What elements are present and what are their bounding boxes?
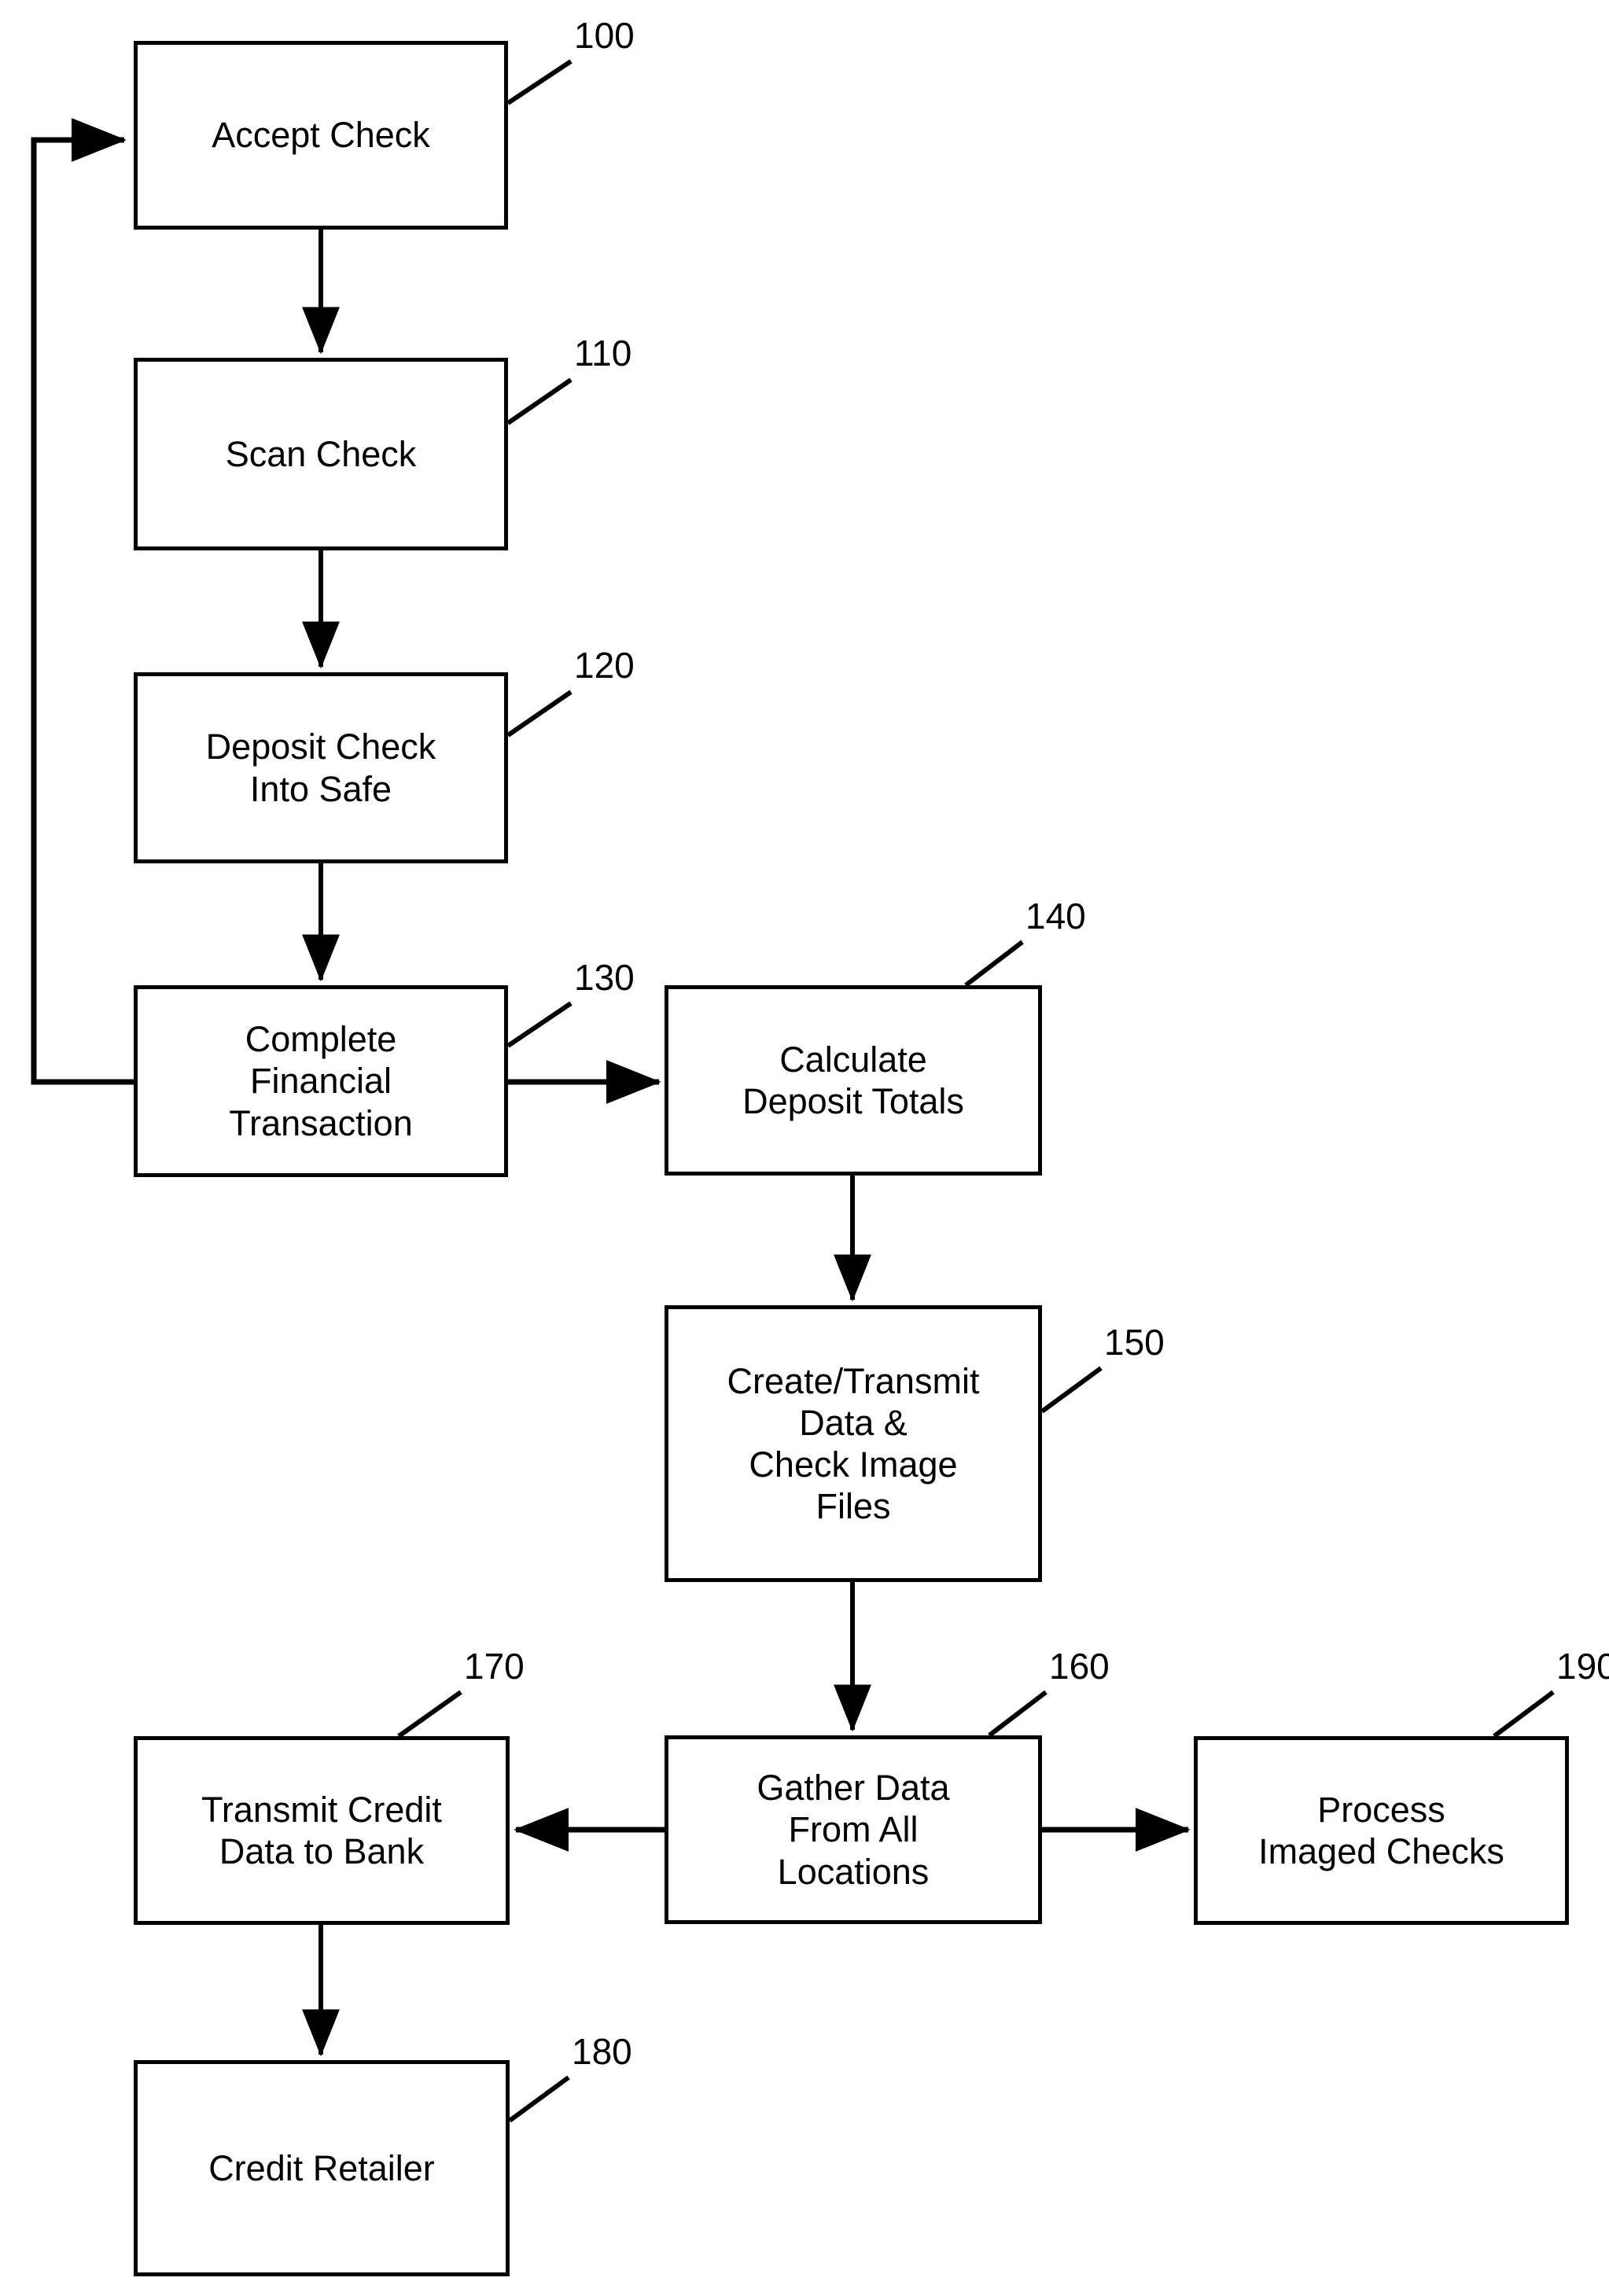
reference-number-100: 100	[574, 15, 635, 56]
leader-line-170	[397, 1690, 462, 1739]
node-scan-check[interactable]: Scan Check	[134, 358, 508, 550]
node-label: Transmit Credit Data to Bank	[201, 1789, 442, 1871]
reference-number-120: 120	[574, 645, 635, 686]
leader-line-190	[1493, 1690, 1555, 1739]
reference-number-160: 160	[1049, 1646, 1110, 1687]
node-label: Scan Check	[225, 433, 417, 474]
reference-number-180: 180	[572, 2031, 632, 2072]
node-create-transmit-data-and-check-image-files[interactable]: Create/Transmit Data & Check Image Files	[665, 1305, 1042, 1582]
reference-number-140: 140	[1025, 896, 1086, 936]
node-credit-retailer[interactable]: Credit Retailer	[134, 2060, 510, 2276]
node-label: Calculate Deposit Totals	[742, 1039, 964, 1121]
leader-line-180	[508, 2075, 570, 2123]
node-complete-financial-transaction[interactable]: Complete Financial Transaction	[134, 985, 508, 1177]
node-label: Credit Retailer	[208, 2147, 435, 2188]
leader-line-140	[964, 940, 1024, 988]
node-accept-check[interactable]: Accept Check	[134, 41, 508, 230]
reference-number-150: 150	[1104, 1322, 1165, 1363]
node-label: Gather Data From All Locations	[757, 1768, 950, 1892]
node-label: Create/Transmit Data & Check Image Files	[727, 1360, 980, 1527]
node-label: Deposit Check Into Safe	[205, 727, 436, 809]
node-transmit-credit-data-to-bank[interactable]: Transmit Credit Data to Bank	[134, 1736, 510, 1925]
node-deposit-check-into-safe[interactable]: Deposit Check Into Safe	[134, 672, 508, 863]
reference-number-170: 170	[464, 1646, 525, 1687]
node-gather-data-from-all-locations[interactable]: Gather Data From All Locations	[665, 1735, 1042, 1924]
reference-number-190: 190	[1556, 1646, 1609, 1687]
node-label: Accept Check	[212, 115, 430, 156]
leader-line-150	[1040, 1366, 1103, 1414]
leader-line-120	[506, 690, 573, 738]
edge-130-to-100-feedback	[31, 118, 134, 1085]
leader-line-160	[988, 1690, 1048, 1738]
leader-line-110	[506, 377, 573, 425]
reference-number-110: 110	[574, 333, 632, 373]
reference-number-130: 130	[574, 957, 635, 998]
node-label: Complete Financial Transaction	[229, 1019, 413, 1143]
flowchart-canvas: Accept Check Scan Check Deposit Check In…	[0, 0, 1609, 2296]
leader-line-130	[506, 1001, 573, 1048]
node-calculate-deposit-totals[interactable]: Calculate Deposit Totals	[665, 985, 1042, 1176]
node-process-imaged-checks[interactable]: Process Imaged Checks	[1194, 1736, 1569, 1925]
leader-line-100	[506, 59, 573, 105]
node-label: Process Imaged Checks	[1258, 1789, 1504, 1871]
